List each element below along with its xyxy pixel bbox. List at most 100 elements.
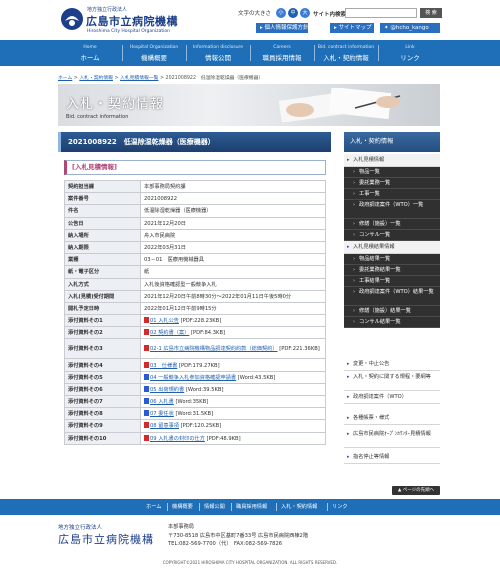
breadcrumb-bid-contract[interactable]: 入札・契約情報 — [79, 76, 113, 81]
side-nav-subitem[interactable]: 委託業務一覧 — [344, 178, 440, 189]
side-nav-item[interactable]: 広島市民病院ｵｰﾌﾟﾝｶｳﾝﾀｰ見積情報 — [344, 428, 440, 448]
side-nav-subitem[interactable]: 修繕（施設）一覧 — [344, 219, 440, 230]
footer-contact: TEL:082-569-7700（代） FAX:082-569-7826 — [168, 541, 283, 547]
breadcrumb-bid-list[interactable]: 入札見積情報一覧 — [120, 76, 158, 81]
table-row: 開札予定日時 2022年01月12日午前9時15分 — [64, 301, 326, 316]
footer-org-small: 地方独立行政法人 — [58, 525, 103, 531]
gnav-item-jp: リンク — [400, 54, 420, 62]
side-nav-subitem[interactable]: 物品一覧 — [344, 167, 440, 178]
search-input[interactable] — [345, 8, 417, 18]
gnav-item-home[interactable]: Home ホーム — [58, 40, 122, 66]
breadcrumb: ホーム > 入札・契約情報 > 入札見積情報一覧 > 2021008922 低温… — [58, 74, 263, 81]
sitemap-label: サイトマップ — [338, 25, 372, 31]
row-value: 2022年03月31日 — [140, 240, 326, 255]
attachment-link[interactable]: 03 仕様書 — [150, 363, 177, 369]
page: 地方独立行政法人 広島市立病院機構 Hiroshima City Hospita… — [0, 0, 500, 570]
gnav-item-link[interactable]: Link リンク — [378, 40, 442, 66]
row-value: 2021008922 — [140, 192, 326, 206]
table-row: 入札(見積)受付期間 2021年12月20日午前8時30分～2022年01月11日… — [64, 289, 326, 303]
footer-nav-link[interactable]: リンク — [332, 503, 348, 510]
row-label: 納入場所 — [64, 228, 141, 242]
footer-nav-divider — [231, 503, 232, 511]
footer-nav-divider — [167, 503, 168, 511]
side-nav-subitem[interactable]: 物品結果一覧 — [344, 254, 440, 265]
sitemap-button[interactable]: ▸ サイトマップ — [330, 23, 374, 33]
footer-office: 本部事務局 — [168, 524, 194, 530]
table-row: 業種 03－01 医療用機械器具 — [64, 253, 326, 267]
attachment-link[interactable]: 07 委任状 — [150, 411, 174, 417]
row-value: 03－01 医療用機械器具 — [140, 253, 326, 267]
attachment-meta: [Word:35KB] — [175, 399, 209, 406]
side-nav-item[interactable]: 指名停止等情報 — [344, 451, 440, 464]
pdf-icon — [144, 434, 149, 441]
site-header: 地方独立行政法人 広島市立病院機構 Hiroshima City Hospita… — [0, 0, 500, 40]
row-label: 案件番号 — [64, 192, 141, 206]
gnav-item-en: Hospital Organization — [129, 45, 179, 50]
side-nav-subitem[interactable]: コンサル結果一覧 — [344, 317, 440, 328]
bid-info-table: 契約担当課 本部事務局契約課 案件番号 2021008922 件名 低温除湿乾燥器（医… — [64, 179, 326, 445]
attachment-link[interactable]: 02 契約書（案） — [150, 330, 189, 336]
site-logo[interactable]: 地方独立行政法人 広島市立病院機構 Hiroshima City Hospita… — [60, 5, 190, 35]
row-label: 添付資料その6 — [64, 382, 141, 397]
row-label: 添付資料その1 — [64, 314, 141, 328]
row-label: 開札予定日時 — [64, 301, 141, 316]
side-nav-item[interactable]: 政府調達案件（WTO） — [344, 391, 440, 404]
footer-nav-careers[interactable]: 職員採用情報 — [236, 503, 267, 510]
breadcrumb-home[interactable]: ホーム — [58, 76, 72, 81]
side-nav-item[interactable]: 入札見積結果情報 — [344, 241, 440, 254]
footer-nav-organization[interactable]: 機構概要 — [172, 503, 193, 510]
gnav-item-disclosure[interactable]: Information disclosure 情報公開 — [186, 40, 250, 66]
side-nav-subitem[interactable]: コンサル一覧 — [344, 230, 440, 241]
side-nav-subitem[interactable]: 修繕（施設）結果一覧 — [344, 306, 440, 317]
attachment-meta: [PDF:120.25KB] — [180, 423, 222, 430]
side-nav-subitem[interactable]: 委託業務結果一覧 — [344, 265, 440, 276]
gnav-item-bid-contract[interactable]: Bid. contract information 入札・契約情報 — [314, 40, 378, 66]
search-button[interactable]: 検 索 — [420, 8, 442, 18]
font-size-medium-button[interactable]: 中 — [288, 8, 298, 18]
attachment-cell: 06 入札書 [Word:35KB] — [140, 394, 326, 409]
page-top-button[interactable]: ▲ ページの先頭へ — [392, 486, 440, 495]
font-size-small-button[interactable]: 小 — [276, 8, 286, 18]
gnav-item-careers[interactable]: Careers 職員採用情報 — [250, 40, 314, 66]
side-nav-item[interactable]: 各種帳票・様式 — [344, 412, 440, 425]
attachment-link[interactable]: 08 留意事項 — [150, 423, 179, 429]
gnav-item-organization[interactable]: Hospital Organization 機構概要 — [122, 40, 186, 66]
row-value: 入札後資格確認型一般競争入札 — [140, 277, 326, 291]
row-label: 件名 — [64, 204, 141, 218]
side-nav-subitem[interactable]: 政府調達案件（WTO）一覧 — [344, 200, 440, 219]
gnav-item-en: Information disclosure — [192, 45, 244, 50]
side-nav-item[interactable]: 変更・中止公告 — [344, 358, 440, 371]
footer-nav-disclosure[interactable]: 情報公開 — [204, 503, 225, 510]
attachment-link[interactable]: 01 入札公告 — [150, 318, 179, 324]
row-label: 入札(見積)受付期間 — [64, 289, 141, 303]
attachment-link[interactable]: 05 出荷規約書 — [150, 387, 184, 393]
page-banner: 入札・契約情報 Bid. contract information — [58, 84, 440, 126]
table-row: 契約担当課 本部事務局契約課 — [64, 179, 326, 194]
footer-nav-divider — [199, 503, 200, 511]
twitter-button[interactable]: ✦ @hcho_kango — [380, 23, 440, 33]
privacy-policy-button[interactable]: ▸ 個人情報保護方針 — [256, 23, 309, 33]
site-footer: 地方独立行政法人 広島市立病院機構 本部事務局 〒730-8518 広島市中区基… — [0, 515, 500, 570]
footer-nav-home[interactable]: ホーム — [146, 503, 161, 510]
side-nav-item[interactable]: 入札見積情報 — [344, 154, 440, 167]
font-size-large-button[interactable]: 大 — [300, 8, 310, 18]
attachment-row: 添付資料その6 05 出荷規約書 [Word:39.5KB] — [64, 382, 326, 397]
attachment-link[interactable]: 09 入札書の封印の仕方 — [150, 436, 205, 442]
row-value: 紙 — [140, 265, 326, 279]
attachment-link[interactable]: 02-1 広島市立病院機構物品調達契約約款（総価契約） — [150, 346, 278, 352]
breadcrumb-separator: > — [159, 76, 164, 81]
side-nav-subitem[interactable]: 工事結果一覧 — [344, 276, 440, 287]
side-nav-item[interactable]: 入札・契約に関する規程・要綱等 — [344, 371, 440, 391]
attachment-link[interactable]: 06 入札書 — [150, 399, 174, 405]
attachment-row: 添付資料その4 03 仕様書 [PDF:179.27KB] — [64, 358, 326, 372]
font-size-label: 文字の大きさ — [238, 11, 272, 17]
attachment-link[interactable]: 04 一般競争入札参加資格確認申請書 — [150, 375, 236, 381]
attachment-cell: 02-1 広島市立病院機構物品調達契約約款（総価契約） [PDF:221.36K… — [140, 338, 326, 360]
side-nav-subitem[interactable]: 工事一覧 — [344, 189, 440, 200]
footer-nav-bid-contract[interactable]: 入札・契約情報 — [281, 503, 317, 510]
attachment-row: 添付資料その8 07 委任状 [Word:31.5KB] — [64, 407, 326, 421]
attachment-meta: [Word:31.5KB] — [175, 411, 214, 418]
attachment-meta: [PDF:84.3KB] — [191, 330, 226, 337]
logo-org-en: Hiroshima City Hospital Organization — [87, 29, 170, 34]
side-nav-subitem[interactable]: 政府調達案件（WTO）結果一覧 — [344, 287, 440, 306]
